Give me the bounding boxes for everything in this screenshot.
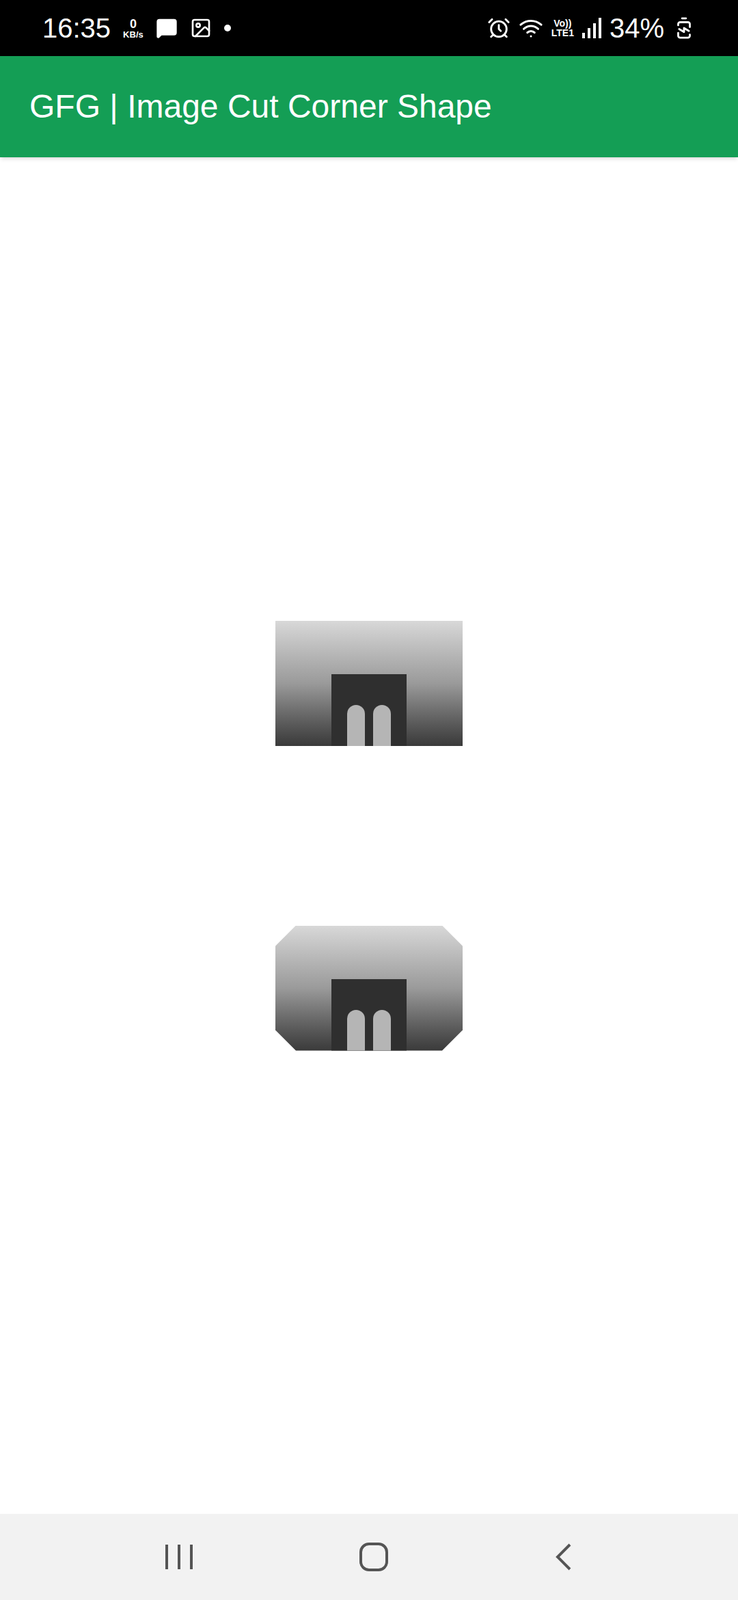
status-time: 16:35 bbox=[42, 14, 111, 42]
cut-corner-image bbox=[275, 925, 463, 1051]
message-icon bbox=[155, 17, 178, 39]
signal-icon bbox=[582, 17, 602, 39]
status-bar: 16:35 0KB/s Vo))LTE1 34% bbox=[0, 0, 738, 57]
bridge-arch bbox=[347, 1009, 365, 1051]
gallery-icon bbox=[189, 17, 212, 39]
volte-text: Vo)) bbox=[553, 18, 572, 29]
app-screen: 16:35 0KB/s Vo))LTE1 34% GFG | Image Cut Cor… bbox=[0, 0, 738, 1599]
battery-icon bbox=[672, 16, 696, 40]
network-speed: 0KB/s bbox=[123, 17, 144, 39]
original-image bbox=[275, 620, 463, 746]
recent-apps-icon[interactable] bbox=[164, 1542, 195, 1570]
lte-text: LTE1 bbox=[551, 28, 574, 38]
network-speed-unit: KB/s bbox=[123, 30, 144, 39]
bridge-arch bbox=[373, 1009, 391, 1051]
wifi-icon bbox=[518, 15, 544, 41]
bridge-arch bbox=[347, 704, 365, 746]
navigation-bar bbox=[0, 1512, 738, 1599]
back-icon[interactable] bbox=[553, 1540, 574, 1571]
alarm-icon bbox=[487, 16, 511, 40]
content bbox=[0, 157, 738, 1513]
status-left: 16:35 0KB/s bbox=[42, 14, 231, 42]
volte-label: Vo))LTE1 bbox=[551, 18, 574, 38]
network-speed-value: 0 bbox=[129, 17, 137, 31]
home-icon[interactable] bbox=[358, 1540, 389, 1571]
bridge-tower bbox=[331, 673, 407, 746]
app-bar: GFG | Image Cut Corner Shape bbox=[0, 56, 738, 158]
app-bar-title: GFG | Image Cut Corner Shape bbox=[29, 90, 492, 123]
bridge-tower bbox=[331, 978, 407, 1051]
notification-dot-icon bbox=[224, 24, 231, 32]
bridge-arch bbox=[373, 704, 391, 746]
status-right: Vo))LTE1 34% bbox=[487, 14, 696, 42]
battery-percent: 34% bbox=[609, 14, 665, 42]
